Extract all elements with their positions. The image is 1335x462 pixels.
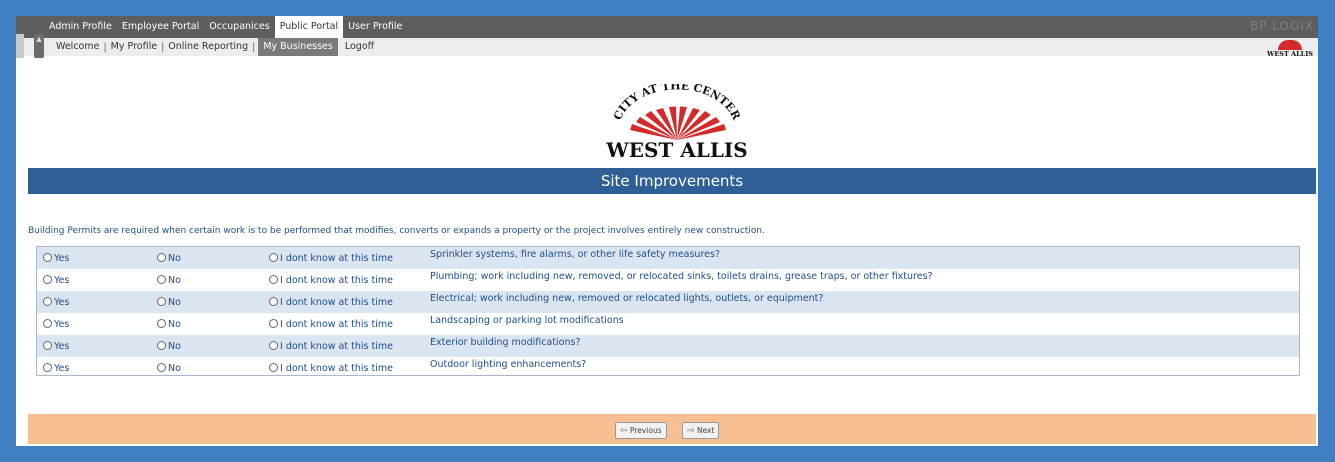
svg-text:CITY AT THE CENTER: CITY AT THE CENTER: [611, 84, 743, 123]
bp-logix-logo-text: BP LOGIX: [1249, 19, 1314, 33]
footer-bar: ⇦ Previous ⇨ Next: [28, 414, 1316, 444]
sub-nav-separator: |: [252, 41, 256, 53]
arrow-right-icon: ⇨: [687, 426, 695, 436]
sub-nav-logoff[interactable]: Logoff: [341, 38, 378, 56]
radio-circle-icon: [43, 341, 52, 350]
app-frame: Admin Profile Employee Portal Occupanice…: [16, 16, 1318, 446]
corner-logo-arc: [1278, 40, 1302, 50]
radio-circle-icon: [269, 341, 278, 350]
page-title: Site Improvements: [28, 168, 1316, 194]
sub-nav: Welcome | My Profile | Online Reporting …: [52, 38, 378, 56]
dont-know-radio[interactable]: I dont know at this time: [269, 269, 393, 291]
dont-know-radio[interactable]: I dont know at this time: [269, 357, 393, 379]
radio-circle-icon: [269, 363, 278, 372]
radio-circle-icon: [157, 363, 166, 372]
radio-circle-icon: [269, 297, 278, 306]
logo-name-text: WEST ALLIS: [606, 138, 748, 162]
top-nav-bar: Admin Profile Employee Portal Occupanice…: [16, 16, 1318, 38]
dont-know-radio[interactable]: I dont know at this time: [269, 335, 393, 357]
yes-radio[interactable]: Yes: [43, 291, 69, 313]
radio-circle-icon: [157, 275, 166, 284]
question-row: Yes No I dont know at this time Plumbing…: [37, 269, 1299, 291]
logo-sun-rays: [630, 106, 726, 140]
next-button[interactable]: ⇨ Next: [682, 422, 720, 439]
question-text: Electrical; work including new, removed …: [430, 293, 824, 304]
radio-circle-icon: [269, 275, 278, 284]
radio-circle-icon: [157, 253, 166, 262]
radio-circle-icon: [157, 319, 166, 328]
previous-button[interactable]: ⇦ Previous: [615, 422, 667, 439]
corner-west-allis-logo: WEST ALLIS: [1264, 40, 1316, 58]
previous-button-label: Previous: [629, 426, 662, 435]
dont-know-radio[interactable]: I dont know at this time: [269, 247, 393, 269]
no-radio[interactable]: No: [157, 335, 181, 357]
radio-circle-icon: [43, 297, 52, 306]
yes-radio[interactable]: Yes: [43, 335, 69, 357]
radio-circle-icon: [269, 253, 278, 262]
questions-table: Yes No I dont know at this time Sprinkle…: [36, 246, 1300, 376]
question-text: Plumbing; work including new, removed, o…: [430, 271, 933, 282]
intro-text: Building Permits are required when certa…: [28, 226, 765, 236]
yes-radio[interactable]: Yes: [43, 357, 69, 379]
side-menu-handle-icon[interactable]: [16, 34, 24, 58]
radio-circle-icon: [269, 319, 278, 328]
yes-radio[interactable]: Yes: [43, 269, 69, 291]
corner-logo-text: WEST ALLIS: [1267, 50, 1313, 58]
radio-circle-icon: [43, 363, 52, 372]
top-nav-admin-profile[interactable]: Admin Profile: [44, 16, 117, 38]
question-row: Yes No I dont know at this time Exterior…: [37, 335, 1299, 357]
question-row: Yes No I dont know at this time Sprinkle…: [37, 247, 1299, 269]
next-button-label: Next: [696, 426, 715, 435]
top-nav: Admin Profile Employee Portal Occupanice…: [44, 16, 407, 38]
question-text: Landscaping or parking lot modifications: [430, 315, 624, 326]
radio-circle-icon: [43, 319, 52, 328]
no-radio[interactable]: No: [157, 291, 181, 313]
arrow-left-icon: ⇦: [620, 426, 628, 436]
yes-radio[interactable]: Yes: [43, 247, 69, 269]
question-text: Outdoor lighting enhancements?: [430, 359, 587, 370]
bp-logix-logo: BP LOGIX: [1250, 19, 1314, 33]
radio-circle-icon: [43, 253, 52, 262]
no-radio[interactable]: No: [157, 313, 181, 335]
question-row: Yes No I dont know at this time Outdoor …: [37, 357, 1299, 379]
west-allis-logo: CITY AT THE CENTER WEST ALLIS: [598, 84, 756, 174]
question-row: Yes No I dont know at this time Landscap…: [37, 313, 1299, 335]
radio-circle-icon: [157, 297, 166, 306]
dont-know-radio[interactable]: I dont know at this time: [269, 291, 393, 313]
yes-radio[interactable]: Yes: [43, 313, 69, 335]
sub-nav-online-reporting[interactable]: Online Reporting: [164, 38, 252, 56]
no-radio[interactable]: No: [157, 269, 181, 291]
sub-nav-my-businesses[interactable]: My Businesses: [258, 38, 338, 56]
logo-arc-text: CITY AT THE CENTER: [611, 84, 743, 123]
no-radio[interactable]: No: [157, 357, 181, 379]
radio-circle-icon: [157, 341, 166, 350]
dont-know-radio[interactable]: I dont know at this time: [269, 313, 393, 335]
top-nav-public-portal[interactable]: Public Portal: [274, 16, 344, 38]
sub-nav-my-profile[interactable]: My Profile: [107, 38, 161, 56]
radio-circle-icon: [43, 275, 52, 284]
question-text: Exterior building modifications?: [430, 337, 581, 348]
no-radio[interactable]: No: [157, 247, 181, 269]
sub-nav-welcome[interactable]: Welcome: [52, 38, 103, 56]
top-nav-occupancies[interactable]: Occupanices: [204, 16, 274, 38]
top-nav-user-profile[interactable]: User Profile: [343, 16, 407, 38]
question-row: Yes No I dont know at this time Electric…: [37, 291, 1299, 313]
side-collapse-icon[interactable]: ▲: [34, 34, 44, 58]
question-text: Sprinkler systems, fire alarms, or other…: [430, 249, 720, 260]
top-nav-employee-portal[interactable]: Employee Portal: [117, 16, 204, 38]
